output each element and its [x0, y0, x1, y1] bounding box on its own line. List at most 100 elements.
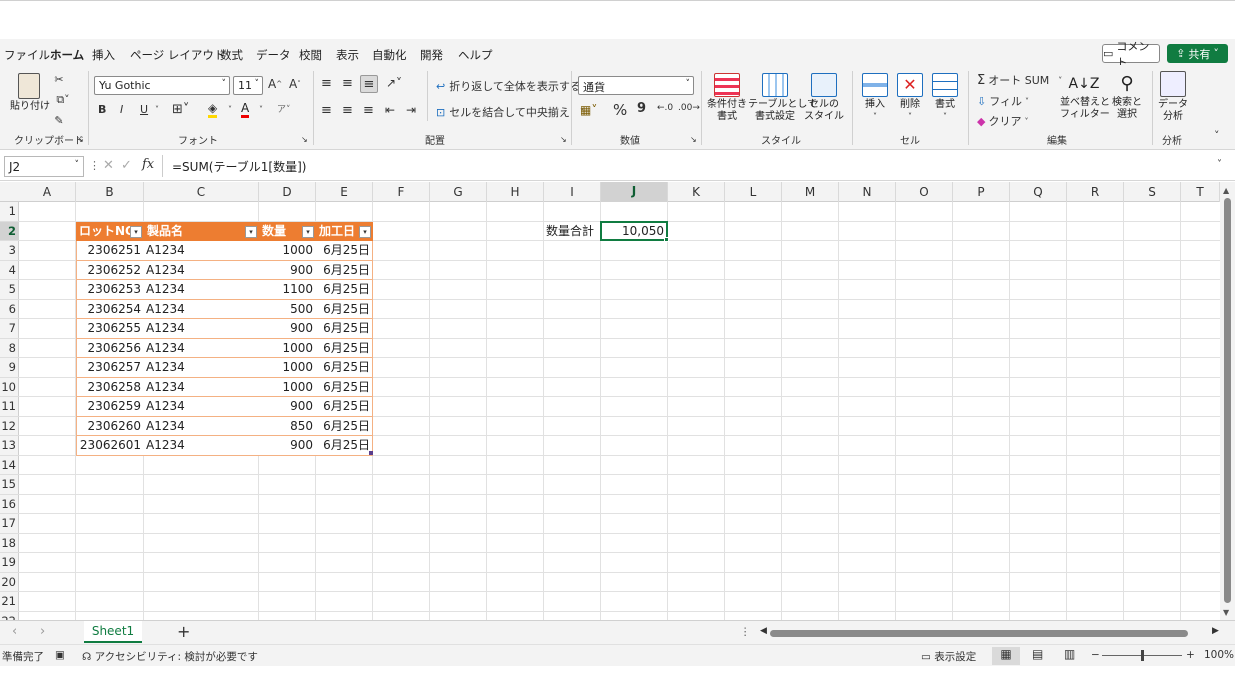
- row-header[interactable]: 7: [0, 319, 19, 339]
- row-header[interactable]: 5: [0, 280, 19, 300]
- chevron-down-icon[interactable]: ˅: [259, 105, 263, 114]
- alignment-launcher-icon[interactable]: ↘: [560, 135, 567, 144]
- row-header[interactable]: 14: [0, 456, 19, 475]
- copy-icon[interactable]: ⧉˅: [52, 93, 74, 107]
- table-header-cell[interactable]: 数量 ▾: [259, 221, 316, 241]
- vertical-scrollbar[interactable]: ▲ ▼: [1220, 182, 1235, 620]
- table-cell[interactable]: 1000: [261, 241, 313, 260]
- table-cell[interactable]: 6月25日: [318, 397, 370, 416]
- table-cell[interactable]: 1100: [261, 280, 313, 299]
- page-layout-view-icon[interactable]: ▤: [1032, 647, 1043, 661]
- table-header-cell[interactable]: ロットNO ▾: [76, 221, 144, 241]
- format-painter-icon[interactable]: ✎: [52, 113, 66, 127]
- scroll-right-icon[interactable]: ▶: [1212, 626, 1219, 636]
- add-sheet-button[interactable]: +: [177, 622, 190, 641]
- table-cell[interactable]: 6月25日: [318, 241, 370, 260]
- align-bottom-icon[interactable]: ≡: [360, 75, 378, 93]
- expand-formula-bar-icon[interactable]: ˅: [1217, 159, 1222, 170]
- font-name-select[interactable]: Yu Gothic ˅: [94, 76, 230, 95]
- decrease-decimal-icon[interactable]: .00→: [678, 103, 700, 113]
- column-header[interactable]: F: [373, 182, 430, 202]
- table-cell[interactable]: 1000: [261, 339, 313, 358]
- table-cell[interactable]: 2306254: [78, 300, 141, 319]
- table-cell[interactable]: 23062601: [78, 436, 141, 455]
- align-middle-icon[interactable]: ≡: [342, 76, 353, 91]
- macro-record-icon[interactable]: ▣: [55, 649, 65, 661]
- name-box[interactable]: J2 ˅: [4, 156, 84, 177]
- display-settings-button[interactable]: ▭ 表示設定: [921, 649, 976, 664]
- menu-help[interactable]: ヘルプ: [458, 47, 493, 63]
- table-cell[interactable]: 6月25日: [318, 339, 370, 358]
- decrease-indent-icon[interactable]: ⇤: [385, 103, 395, 117]
- row-header[interactable]: 17: [0, 514, 19, 534]
- cancel-icon[interactable]: ✕: [103, 158, 114, 173]
- normal-view-icon[interactable]: ▦: [992, 647, 1020, 665]
- column-header[interactable]: S: [1124, 182, 1181, 202]
- table-cell[interactable]: 6月25日: [318, 300, 370, 319]
- fill-color-icon[interactable]: ◈: [208, 101, 218, 118]
- enter-icon[interactable]: ✓: [121, 158, 132, 173]
- table-cell[interactable]: A1234: [146, 300, 256, 319]
- autosum-button[interactable]: Σ オート SUM ˅: [977, 72, 1062, 88]
- row-header[interactable]: 9: [0, 358, 19, 378]
- paste-button[interactable]: 貼り付け: [10, 73, 50, 113]
- cell-styles-button[interactable]: セルの スタイル: [804, 73, 844, 123]
- column-header[interactable]: Q: [1010, 182, 1067, 202]
- table-header-cell[interactable]: 加工日 ▾: [316, 221, 373, 241]
- table-cell[interactable]: 900: [261, 397, 313, 416]
- table-cell[interactable]: 2306259: [78, 397, 141, 416]
- insert-function-icon[interactable]: fx: [142, 157, 154, 172]
- row-header[interactable]: 10: [0, 378, 19, 397]
- insert-cells-button[interactable]: 挿入 ˅: [860, 73, 890, 123]
- column-header[interactable]: I: [544, 182, 601, 202]
- table-cell[interactable]: 2306260: [78, 417, 141, 436]
- summary-value-cell[interactable]: 10,050: [600, 220, 668, 241]
- menu-automate[interactable]: 自動化: [372, 47, 407, 63]
- more-options-icon[interactable]: ⋮: [740, 626, 751, 638]
- formula-input[interactable]: =SUM(テーブル1[数量]): [172, 158, 306, 175]
- table-cell[interactable]: 1000: [261, 378, 313, 397]
- column-header[interactable]: T: [1181, 182, 1220, 202]
- row-header[interactable]: 8: [0, 339, 19, 358]
- table-cell[interactable]: 6月25日: [318, 436, 370, 455]
- filter-dropdown-icon[interactable]: ▾: [130, 225, 142, 238]
- table-cell[interactable]: 500: [261, 300, 313, 319]
- fill-handle[interactable]: [664, 237, 669, 242]
- sort-filter-button[interactable]: A↓Z 並べ替えと フィルター: [1060, 71, 1110, 121]
- row-header[interactable]: 19: [0, 553, 19, 573]
- menu-formulas[interactable]: 数式: [220, 47, 243, 63]
- underline-button[interactable]: U: [140, 103, 148, 116]
- chevron-down-icon[interactable]: ˅: [228, 105, 232, 114]
- column-header[interactable]: O: [896, 182, 953, 202]
- row-header[interactable]: 3: [0, 241, 19, 261]
- table-cell[interactable]: A1234: [146, 417, 256, 436]
- font-size-select[interactable]: 11 ˅: [233, 76, 263, 95]
- row-header[interactable]: 16: [0, 495, 19, 514]
- share-button[interactable]: ⇪ 共有 ˅: [1167, 44, 1228, 63]
- column-header[interactable]: G: [430, 182, 487, 202]
- conditional-format-button[interactable]: 条件付き 書式: [706, 73, 748, 123]
- row-header[interactable]: 15: [0, 475, 19, 495]
- table-cell[interactable]: 6月25日: [318, 261, 370, 280]
- collapse-ribbon-icon[interactable]: ˅: [1214, 129, 1220, 142]
- sheet-tab-sheet1[interactable]: Sheet1: [84, 621, 142, 643]
- border-icon[interactable]: ⊞˅: [172, 102, 189, 117]
- table-cell[interactable]: 900: [261, 319, 313, 338]
- column-header[interactable]: M: [782, 182, 839, 202]
- column-header[interactable]: D: [259, 182, 316, 202]
- scroll-thumb[interactable]: [1224, 198, 1231, 603]
- menu-developer[interactable]: 開発: [420, 47, 443, 63]
- column-header[interactable]: P: [953, 182, 1010, 202]
- worksheet-grid[interactable]: ロットNO ▾ 製品名 ▾ 数量 ▾ 加工日 ▾ 2306251 A1234 1000 6月25日 23…: [19, 202, 1220, 620]
- table-cell[interactable]: 2306256: [78, 339, 141, 358]
- table-cell[interactable]: 900: [261, 261, 313, 280]
- fill-button[interactable]: ⇩ フィル ˅: [977, 93, 1029, 109]
- accessibility-status[interactable]: ☊ アクセシビリティ: 検討が必要です: [82, 649, 258, 664]
- horizontal-scroll-thumb[interactable]: [770, 630, 1188, 637]
- column-header[interactable]: K: [668, 182, 725, 202]
- table-cell[interactable]: A1234: [146, 261, 256, 280]
- merge-center-button[interactable]: ⊡ セルを結合して中央揃え ˅: [436, 104, 584, 120]
- font-launcher-icon[interactable]: ↘: [301, 135, 308, 144]
- menu-data[interactable]: データ: [256, 47, 291, 63]
- filter-dropdown-icon[interactable]: ▾: [302, 225, 314, 238]
